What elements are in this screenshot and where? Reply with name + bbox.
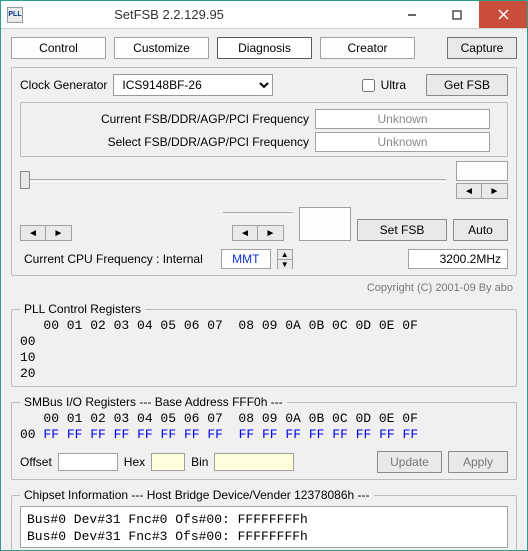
copyright-text: Copyright (C) 2001-09 By abo — [11, 282, 513, 294]
bin-input[interactable] — [214, 453, 294, 471]
minimize-button[interactable] — [389, 1, 434, 28]
hex-label: Hex — [124, 455, 145, 469]
fine-left-button[interactable]: ◄ — [232, 225, 258, 241]
pll-row-20: 20 — [20, 366, 508, 382]
main-right-button[interactable]: ► — [46, 225, 72, 241]
tabbar: Control Customize Diagnosis Creator Capt… — [11, 37, 517, 59]
mmt-field[interactable]: MMT — [221, 249, 271, 269]
titlebar[interactable]: PLL SetFSB 2.2.129.95 — [1, 1, 527, 29]
slider2-right-button[interactable]: ► — [482, 183, 508, 199]
close-button[interactable] — [479, 1, 527, 28]
chipset-line-0: Bus#0 Dev#31 Fnc#0 Ofs#00: FFFFFFFFh — [27, 511, 501, 528]
select-freq-label: Select FSB/DDR/AGP/PCI Frequency — [29, 135, 309, 149]
main-slider[interactable] — [20, 170, 446, 190]
setfsb-button[interactable]: Set FSB — [357, 219, 447, 241]
auto-button[interactable]: Auto — [453, 219, 508, 241]
main-left-button[interactable]: ◄ — [20, 225, 46, 241]
select-freq-value: Unknown — [315, 132, 490, 152]
update-button[interactable]: Update — [377, 451, 442, 473]
mmt-down-icon[interactable]: ▼ — [278, 260, 292, 269]
clockgen-label: Clock Generator — [20, 78, 107, 92]
slider2-value — [456, 161, 508, 181]
current-freq-label: Current FSB/DDR/AGP/PCI Frequency — [29, 112, 309, 126]
slider2-left-button[interactable]: ◄ — [456, 183, 482, 199]
ultra-checkbox[interactable] — [362, 79, 375, 92]
tab-diagnosis[interactable]: Diagnosis — [217, 37, 312, 59]
smbus-header: 00 01 02 03 04 05 06 07 08 09 0A 0B 0C 0… — [20, 411, 508, 427]
cpu-freq-value: 3200.2MHz — [408, 249, 508, 269]
main-lr-buttons: ◄ ► — [20, 225, 72, 241]
frequency-group: Current FSB/DDR/AGP/PCI Frequency Unknow… — [20, 102, 508, 157]
tab-control[interactable]: Control — [11, 37, 106, 59]
current-freq-value: Unknown — [315, 109, 490, 129]
smbus-title: SMBus I/O Registers --- Base Address FFF… — [20, 395, 287, 409]
smbus-registers-group: SMBus I/O Registers --- Base Address FFF… — [11, 395, 517, 480]
chipset-info-group: Chipset Information --- Host Bridge Devi… — [11, 488, 517, 550]
fine-slider[interactable] — [223, 203, 293, 223]
pll-row-10: 10 — [20, 350, 508, 366]
fine-value — [299, 207, 351, 241]
clockgen-select[interactable]: ICS9148BF-26 — [113, 74, 273, 96]
pll-header: 00 01 02 03 04 05 06 07 08 09 0A 0B 0C 0… — [20, 318, 508, 334]
offset-input[interactable] — [58, 453, 118, 471]
chipset-title: Chipset Information --- Host Bridge Devi… — [20, 488, 374, 502]
pll-title: PLL Control Registers — [20, 302, 145, 316]
maximize-button[interactable] — [434, 1, 479, 28]
apply-button[interactable]: Apply — [448, 451, 508, 473]
fine-right-button[interactable]: ► — [258, 225, 284, 241]
bin-label: Bin — [191, 455, 208, 469]
pll-registers-group: PLL Control Registers 00 01 02 03 04 05 … — [11, 302, 517, 387]
hex-input[interactable] — [151, 453, 185, 471]
chipset-line-1: Bus#0 Dev#31 Fnc#3 Ofs#00: FFFFFFFFh — [27, 528, 501, 545]
slider2-lr-buttons: ◄ ► — [456, 183, 508, 199]
getfsb-button[interactable]: Get FSB — [426, 74, 508, 96]
offset-label: Offset — [20, 455, 52, 469]
fine-lr-buttons: ◄ ► — [232, 225, 284, 241]
pll-row-00: 00 — [20, 334, 508, 350]
cpu-freq-label: Current CPU Frequency : Internal — [24, 252, 203, 266]
clockgen-group: Clock Generator ICS9148BF-26 Ultra Get F… — [11, 67, 517, 276]
window-title: SetFSB 2.2.129.95 — [0, 7, 389, 22]
capture-button[interactable]: Capture — [447, 37, 517, 59]
tab-creator[interactable]: Creator — [320, 37, 415, 59]
smbus-row-00: 00 FF FF FF FF FF FF FF FF FF FF FF FF F… — [20, 427, 508, 443]
app-window: PLL SetFSB 2.2.129.95 Control Customize … — [0, 0, 528, 551]
mmt-up-icon[interactable]: ▲ — [278, 250, 292, 260]
mmt-spinner[interactable]: ▲ ▼ — [277, 249, 293, 269]
ultra-label: Ultra — [381, 78, 406, 92]
tab-customize[interactable]: Customize — [114, 37, 209, 59]
chipset-text: Bus#0 Dev#31 Fnc#0 Ofs#00: FFFFFFFFh Bus… — [20, 506, 508, 548]
